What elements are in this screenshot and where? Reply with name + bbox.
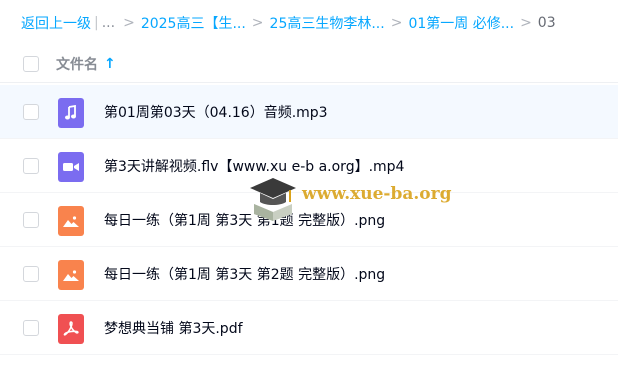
image-icon — [58, 260, 84, 290]
file-name[interactable]: 第3天讲解视频.flv【www.xu e-b a.org】.mp4 — [104, 156, 404, 176]
image-icon — [58, 206, 84, 236]
breadcrumb-ellipsis[interactable]: ... — [102, 15, 115, 31]
breadcrumb-current: 03 — [537, 15, 556, 31]
file-name[interactable]: 第01周第03天（04.16）音频.mp3 — [104, 102, 328, 122]
row-checkbox[interactable] — [23, 212, 39, 228]
select-all-checkbox[interactable] — [23, 56, 39, 72]
file-name[interactable]: 每日一练（第1周 第3天 第2题 完整版）.png — [104, 264, 385, 284]
file-row[interactable]: 第01周第03天（04.16）音频.mp3 — [0, 85, 618, 139]
pdf-icon — [58, 314, 84, 344]
breadcrumb-item[interactable]: 2025高三【生... — [141, 13, 246, 33]
breadcrumb-item[interactable]: 25高三生物李林... — [270, 13, 385, 33]
sort-ascending-icon[interactable]: ↑ — [104, 56, 116, 72]
breadcrumb-divider: | — [94, 15, 99, 31]
file-browser: 返回上一级 | ... > 2025高三【生... > 25高三生物李林... … — [0, 0, 618, 371]
file-row[interactable]: 每日一练（第1周 第3天 第1题 完整版）.png — [0, 193, 618, 247]
name-column-header[interactable]: 文件名 ↑ — [56, 54, 116, 74]
file-list-header: 文件名 ↑ — [0, 45, 618, 83]
chevron-right-icon: > — [520, 15, 532, 31]
row-checkbox[interactable] — [23, 104, 39, 120]
chevron-right-icon: > — [390, 15, 403, 31]
row-checkbox[interactable] — [23, 320, 39, 336]
file-row[interactable]: 梦想典当铺 第3天.pdf — [0, 301, 618, 355]
chevron-right-icon: > — [123, 15, 135, 31]
breadcrumb-item[interactable]: 01第一周 必修... — [408, 13, 514, 33]
back-link[interactable]: 返回上一级 — [21, 13, 91, 33]
file-name[interactable]: 梦想典当铺 第3天.pdf — [104, 318, 243, 338]
file-row[interactable]: 第3天讲解视频.flv【www.xu e-b a.org】.mp4 — [0, 139, 618, 193]
row-checkbox[interactable] — [23, 158, 39, 174]
breadcrumb: 返回上一级 | ... > 2025高三【生... > 25高三生物李林... … — [21, 13, 556, 33]
video-camera-icon — [58, 152, 84, 182]
file-name[interactable]: 每日一练（第1周 第3天 第1题 完整版）.png — [104, 210, 385, 230]
row-checkbox[interactable] — [23, 266, 39, 282]
name-column-label: 文件名 — [56, 57, 98, 73]
chevron-right-icon: > — [251, 15, 264, 31]
file-row[interactable]: 每日一练（第1周 第3天 第2题 完整版）.png — [0, 247, 618, 301]
music-note-icon — [58, 98, 84, 128]
